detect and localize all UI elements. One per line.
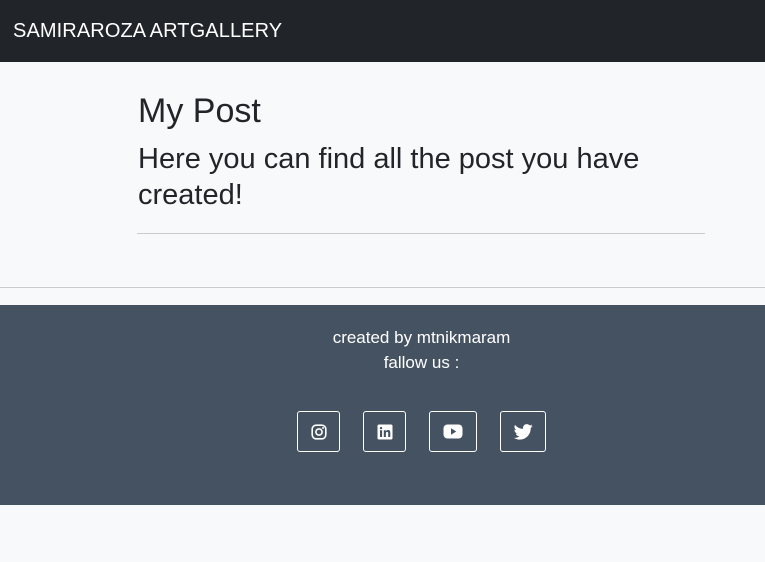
footer: created by mtnikmaram fallow us : — [0, 305, 765, 505]
linkedin-icon — [377, 424, 393, 440]
content-divider — [137, 233, 705, 234]
footer-credit: created by mtnikmaram — [0, 329, 765, 346]
linkedin-button[interactable] — [363, 411, 406, 452]
footer-follow-label: fallow us : — [0, 354, 765, 371]
youtube-icon — [443, 424, 463, 439]
youtube-button[interactable] — [429, 411, 477, 452]
page-subtitle: Here you can find all the post you have … — [138, 142, 705, 214]
brand-link[interactable]: SAMIRAROZA ARTGALLERY — [13, 21, 282, 41]
instagram-button[interactable] — [297, 411, 340, 452]
twitter-button[interactable] — [500, 411, 546, 452]
page-title: My Post — [138, 93, 705, 130]
footer-divider — [0, 287, 765, 288]
main-content: My Post Here you can find all the post y… — [138, 62, 705, 214]
instagram-icon — [311, 424, 327, 440]
navbar: SAMIRAROZA ARTGALLERY — [0, 0, 765, 62]
twitter-icon — [514, 424, 533, 440]
